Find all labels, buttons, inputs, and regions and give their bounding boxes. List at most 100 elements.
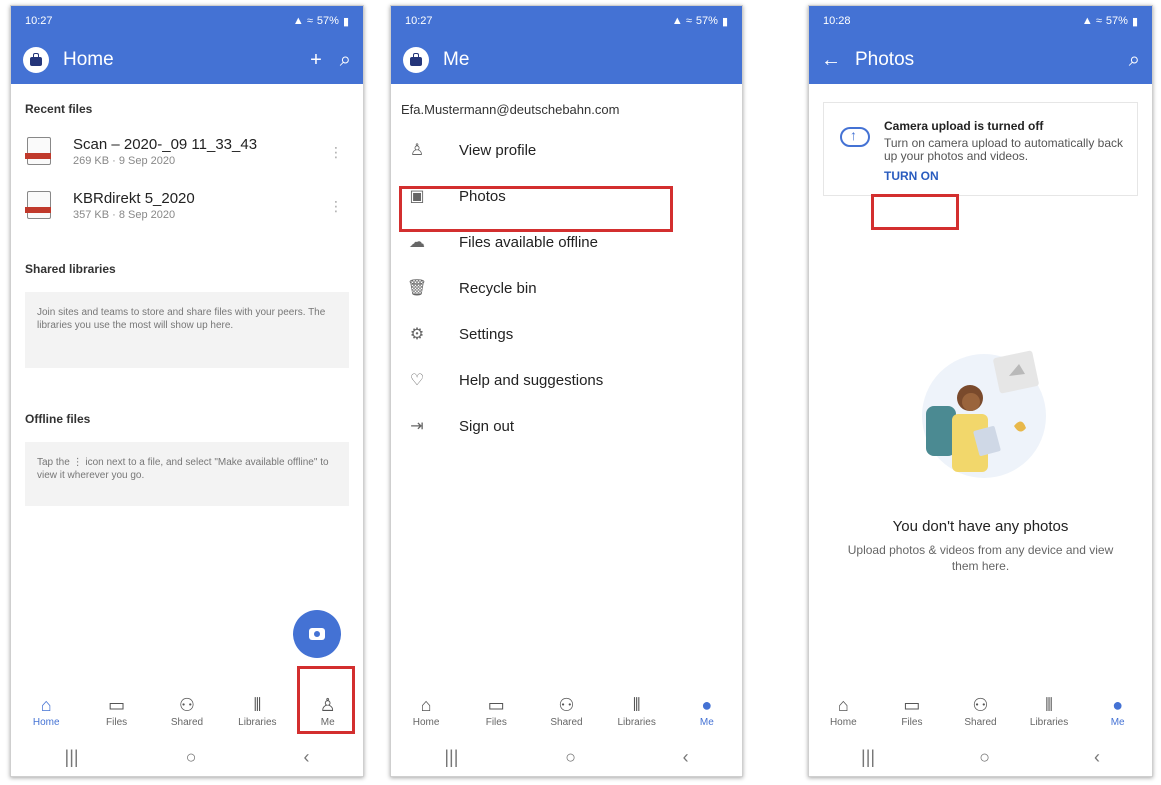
account-email: Efa.Mustermann@deutschebahn.com xyxy=(401,102,620,117)
person-icon: ♙ xyxy=(319,694,336,715)
app-bar: ← Photos ⌕ xyxy=(809,36,1152,84)
file-row[interactable]: Scan – 2020-_09 11_33_43 269 KB · 9 Sep … xyxy=(11,124,363,178)
file-icon xyxy=(25,137,51,165)
system-nav-bar: ||| ○ ‹ xyxy=(11,738,363,776)
page-title: Me xyxy=(443,49,470,70)
more-options-icon[interactable]: ⋮ xyxy=(329,198,343,215)
camera-fab-button[interactable] xyxy=(293,610,341,658)
folder-icon: ▭ xyxy=(487,694,505,715)
camera-icon xyxy=(309,628,325,640)
search-icon[interactable]: ⌕ xyxy=(1129,49,1140,72)
nav-shared[interactable]: ⚇ Shared xyxy=(158,693,216,728)
libraries-icon: ⫴ xyxy=(1045,694,1053,715)
nav-files[interactable]: ▭ Files xyxy=(883,693,941,728)
libraries-icon: ⫴ xyxy=(253,694,262,715)
banner-description: Turn on camera upload to automatically b… xyxy=(884,136,1124,163)
nav-libraries[interactable]: ⫴ Libraries xyxy=(1020,693,1078,728)
battery-level: 57% xyxy=(695,15,718,27)
file-name: KBRdirekt 5_2020 xyxy=(73,189,195,207)
file-meta: 269 KB · 9 Sep 2020 xyxy=(73,154,176,167)
system-nav-bar: ||| ○ ‹ xyxy=(391,738,742,776)
banner-title: Camera upload is turned off xyxy=(884,119,1044,133)
menu-item-photos[interactable]: ▣ Photos xyxy=(391,173,742,219)
more-options-icon[interactable]: ⋮ xyxy=(329,144,343,161)
nav-me[interactable]: ♙ Me xyxy=(299,693,357,728)
nav-files[interactable]: ▭ Files xyxy=(467,693,525,728)
bottom-nav: ⌂ Home ▭ Files ⚇ Shared ⫴ Libraries ♙ Me xyxy=(11,682,363,738)
menu-item-view-profile[interactable]: ♙ View profile xyxy=(391,127,742,173)
menu-item-sign-out[interactable]: ⇥ Sign out xyxy=(391,403,742,449)
home-button-icon[interactable]: ○ xyxy=(565,747,576,768)
shared-libraries-header: Shared libraries xyxy=(25,262,116,276)
status-time: 10:28 xyxy=(823,15,851,27)
cloud-upload-icon: ↑ xyxy=(840,127,870,147)
status-bar: 10:28 ▲ ≈57% ▮ xyxy=(809,6,1152,36)
battery-level: 57% xyxy=(1105,15,1128,27)
menu-item-offline[interactable]: ☁ Files available offline xyxy=(391,219,742,265)
menu-item-recycle-bin[interactable]: 🗑 Recycle bin xyxy=(391,265,742,311)
nav-me[interactable]: ● Me xyxy=(1089,693,1147,728)
people-icon: ⚇ xyxy=(558,694,575,715)
people-icon: ⚇ xyxy=(178,694,196,715)
back-icon[interactable]: ‹ xyxy=(1094,747,1100,768)
menu-item-help[interactable]: ♡ Help and suggestions xyxy=(391,357,742,403)
page-title: Photos xyxy=(855,49,915,70)
recents-icon[interactable]: ||| xyxy=(444,747,458,768)
status-bar: 10:27 ▲ ≈57% ▮ xyxy=(11,6,363,36)
sign-out-icon: ⇥ xyxy=(410,418,424,435)
home-button-icon[interactable]: ○ xyxy=(186,747,197,768)
nav-libraries[interactable]: ⫴ Libraries xyxy=(608,693,666,728)
nav-me[interactable]: ● Me xyxy=(678,693,736,728)
back-icon[interactable]: ‹ xyxy=(303,747,309,768)
phone-screen-photos: 10:28 ▲ ≈57% ▮ ← Photos ⌕ ↑ Camera upload… xyxy=(808,5,1153,777)
camera-upload-banner: ↑ Camera upload is turned off Turn on ca… xyxy=(823,102,1138,196)
image-icon: ▣ xyxy=(409,188,425,205)
offline-files-card: Tap the ⋮ icon next to a file, and selec… xyxy=(25,442,349,506)
nav-shared[interactable]: ⚇ Shared xyxy=(951,693,1009,728)
turn-on-button[interactable]: TURN ON xyxy=(884,169,1125,183)
battery-icon: ▮ xyxy=(342,15,349,28)
recents-icon[interactable]: ||| xyxy=(65,747,79,768)
signal-icon: ▲ ≈ xyxy=(292,15,313,27)
cloud-download-icon: ☁ xyxy=(409,234,425,251)
add-icon[interactable]: + xyxy=(310,49,322,72)
app-bar: Me xyxy=(391,36,742,84)
nav-home[interactable]: ⌂ Home xyxy=(814,693,872,728)
system-nav-bar: ||| ○ ‹ xyxy=(809,738,1152,776)
menu-item-settings[interactable]: ⚙ Settings xyxy=(391,311,742,357)
nav-files[interactable]: ▭ Files xyxy=(88,693,146,728)
folder-icon: ▭ xyxy=(108,694,126,715)
home-button-icon[interactable]: ○ xyxy=(979,747,990,768)
app-bar: Home + ⌕ xyxy=(11,36,363,84)
nav-home[interactable]: ⌂ Home xyxy=(397,693,455,728)
folder-icon: ▭ xyxy=(903,694,921,715)
highlight-turn-on-button xyxy=(871,194,959,230)
recent-files-header: Recent files xyxy=(25,102,93,116)
page-title: Home xyxy=(63,49,114,70)
shared-libraries-card: Join sites and teams to store and share … xyxy=(25,292,349,368)
recents-icon[interactable]: ||| xyxy=(861,747,875,768)
nav-shared[interactable]: ⚇ Shared xyxy=(537,693,595,728)
gear-icon: ⚙ xyxy=(409,326,425,343)
person-icon: ● xyxy=(1112,694,1124,715)
person-icon: ● xyxy=(701,694,713,715)
phone-screen-home: 10:27 ▲ ≈57% ▮ Home + ⌕ Recent files Scan… xyxy=(10,5,364,777)
file-icon xyxy=(25,191,51,219)
account-avatar[interactable] xyxy=(23,47,49,73)
search-icon[interactable]: ⌕ xyxy=(340,49,351,72)
back-arrow-icon[interactable]: ← xyxy=(821,49,841,72)
bottom-nav: ⌂ Home ▭ Files ⚇ Shared ⫴ Libraries ● Me xyxy=(391,682,742,738)
empty-state-description: Upload photos & videos from any device a… xyxy=(847,543,1114,573)
file-row[interactable]: KBRdirekt 5_2020 357 KB · 8 Sep 2020 ⋮ xyxy=(11,178,363,232)
nav-home[interactable]: ⌂ Home xyxy=(17,693,75,728)
bottom-nav: ⌂ Home ▭ Files ⚇ Shared ⫴ Libraries ● Me xyxy=(809,682,1152,738)
back-icon[interactable]: ‹ xyxy=(683,747,689,768)
empty-photos-illustration xyxy=(922,350,1046,478)
home-icon: ⌂ xyxy=(40,694,52,715)
home-icon: ⌂ xyxy=(837,694,849,715)
person-icon: ♙ xyxy=(409,142,425,159)
file-name: Scan – 2020-_09 11_33_43 xyxy=(73,135,258,153)
nav-libraries[interactable]: ⫴ Libraries xyxy=(228,693,286,728)
phone-screen-me: 10:27 ▲ ≈57% ▮ Me Efa.Mustermann@deutsche… xyxy=(390,5,743,777)
account-avatar[interactable] xyxy=(403,47,429,73)
